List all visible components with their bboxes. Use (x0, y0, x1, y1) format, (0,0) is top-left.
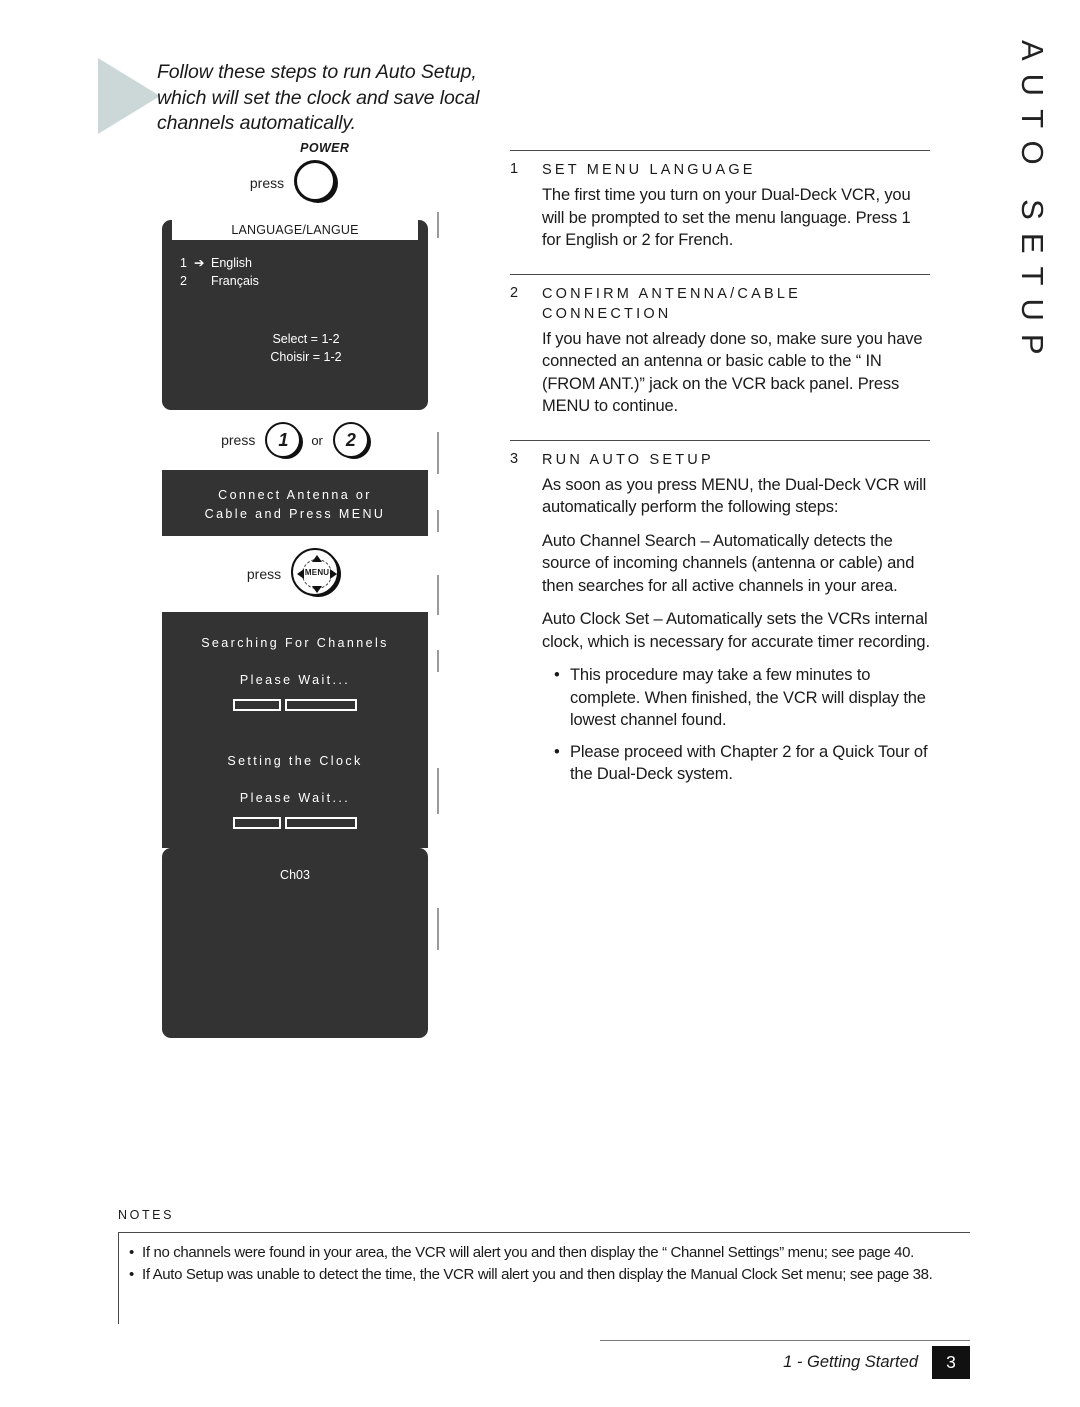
language-select-hint: Select = 1-2 Choisir = 1-2 (162, 290, 428, 388)
flow-connector (437, 510, 439, 532)
power-label: POWER (300, 141, 350, 155)
flow-connector (437, 908, 439, 950)
note-text: If no channels were found in your area, … (142, 1244, 914, 1261)
language-options: 1 ➔ English 2 Français (162, 240, 428, 290)
progress-segment-filled (233, 817, 281, 829)
press-label-number: press (221, 432, 256, 448)
progress-segment-empty (285, 817, 357, 829)
arrow-down-icon[interactable] (312, 586, 323, 593)
select-hint-fr: Choisir = 1-2 (270, 350, 342, 364)
bullet-icon: • (554, 666, 560, 684)
flow-connector (437, 212, 439, 238)
screen-language: LANGUAGE/LANGUE 1 ➔ English 2 Français S… (162, 220, 428, 410)
screen-channel: Ch03 (162, 848, 428, 1038)
step-number: 3 (510, 450, 519, 467)
screen-connect-antenna: Connect Antenna or Cable and Press MENU (162, 470, 428, 536)
clock-line-2: Please Wait... (239, 791, 351, 805)
option-label: English (211, 256, 252, 270)
searching-line-2: Please Wait... (239, 673, 351, 687)
searching-progress-bar (162, 699, 428, 711)
step-block-1: 1 SET MENU LANGUAGE The first time you t… (510, 150, 930, 252)
step-number: 2 (510, 284, 519, 301)
language-option-english: 1 ➔ English (180, 254, 428, 272)
footer-divider (600, 1340, 970, 1341)
note-item: • If no channels were found in your area… (129, 1242, 970, 1263)
menu-ring-icon: MENU (291, 548, 340, 596)
step-paragraph: Auto Clock Set – Automatically sets the … (542, 610, 930, 651)
step-divider (510, 439, 930, 441)
step-paragraph: Auto Channel Search – Automatically dete… (542, 531, 915, 595)
step-title: SET MENU LANGUAGE (542, 162, 756, 178)
step-title: CONFIRM ANTENNA/CABLE CONNECTION (542, 285, 801, 322)
power-button[interactable]: POWER (294, 141, 349, 206)
channel-label: Ch03 (280, 868, 310, 882)
number-button-2[interactable]: 2 (332, 422, 369, 458)
notes-label: NOTES (118, 1208, 175, 1222)
screen-setting-clock: Setting the Clock Please Wait... (162, 730, 428, 848)
step-heading-row: 2 CONFIRM ANTENNA/CABLE CONNECTION (510, 284, 930, 324)
antenna-line-1: Connect Antenna or (218, 488, 372, 502)
select-hint-en: Select = 1-2 (272, 332, 340, 346)
step-heading-row: 1 SET MENU LANGUAGE (510, 160, 930, 180)
option-number: 2 (180, 274, 187, 288)
step-divider (510, 273, 930, 275)
progress-segment-filled (233, 699, 281, 711)
intro-text: Follow these steps to run Auto Setup, wh… (157, 61, 480, 134)
arrow-up-icon[interactable] (312, 555, 323, 562)
step-paragraph: As soon as you press MENU, the Dual-Deck… (542, 475, 927, 517)
notes-box: • If no channels were found in your area… (118, 1232, 970, 1324)
step-number: 1 (510, 161, 519, 177)
power-circle-icon (294, 160, 337, 202)
step-block-2: 2 CONFIRM ANTENNA/CABLE CONNECTION If yo… (510, 273, 930, 418)
step-title: RUN AUTO SETUP (542, 451, 714, 468)
selection-arrow-placeholder (194, 272, 211, 290)
step-paragraph: If you have not already done so, make su… (542, 329, 923, 416)
bullet-icon: • (129, 1266, 134, 1283)
step-heading-row: 3 RUN AUTO SETUP (510, 450, 930, 470)
instructions-column: 1 SET MENU LANGUAGE The first time you t… (510, 150, 930, 808)
menu-button-label: MENU (304, 568, 330, 577)
manual-page: Follow these steps to run Auto Setup, wh… (0, 0, 1080, 1407)
note-item: • If Auto Setup was unable to detect the… (129, 1264, 970, 1285)
press-label-power: press (249, 175, 285, 191)
bullet-icon: • (554, 742, 560, 761)
flow-connector (437, 768, 439, 814)
flow-connector (437, 650, 439, 672)
or-label: or (311, 432, 323, 448)
language-option-francais: 2 Français (180, 272, 428, 290)
page-number: 3 (932, 1346, 970, 1379)
progress-segment-empty (285, 699, 357, 711)
clock-line-1: Setting the Clock (227, 754, 363, 768)
intro-triangle-icon (98, 58, 160, 134)
menu-button[interactable]: MENU (291, 548, 343, 600)
press-label-menu: press (246, 566, 282, 582)
page-footer: 1 - Getting Started 3 (600, 1346, 970, 1379)
screen-searching: Searching For Channels Please Wait... (162, 612, 428, 730)
clock-progress-bar (162, 817, 428, 829)
language-screen-title: LANGUAGE/LANGUE (172, 220, 418, 240)
step-bullet: • This procedure may take a few minutes … (554, 664, 930, 732)
step-paragraph: The first time you turn on your Dual-Dec… (542, 186, 911, 249)
footer-chapter-label: 1 - Getting Started (783, 1353, 918, 1371)
bullet-text: Please proceed with Chapter 2 for a Quic… (570, 742, 928, 784)
selection-arrow-icon: ➔ (194, 256, 205, 270)
step-block-3: 3 RUN AUTO SETUP As soon as you press ME… (510, 439, 930, 786)
bullet-text: This procedure may take a few minutes to… (570, 666, 926, 729)
step-bullet: • Please proceed with Chapter 2 for a Qu… (554, 741, 930, 786)
antenna-line-2: Cable and Press MENU (204, 507, 386, 521)
searching-line-1: Searching For Channels (201, 636, 389, 650)
option-label: Français (211, 274, 259, 288)
setup-flow-diagram: press POWER LANGUAGE/LANGUE 1 ➔ English … (150, 141, 440, 1038)
chapter-title-vertical: AUTO SETUP (1015, 40, 1050, 368)
option-number: 1 (180, 256, 187, 270)
step-divider (510, 150, 930, 151)
note-text: If Auto Setup was unable to detect the t… (142, 1266, 933, 1283)
number-button-1[interactable]: 1 (265, 422, 302, 458)
bullet-icon: • (129, 1244, 134, 1261)
